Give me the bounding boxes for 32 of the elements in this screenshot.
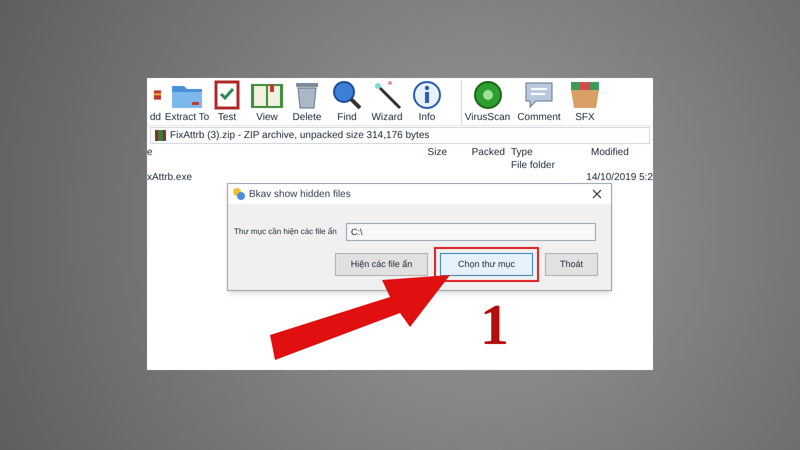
column-header: e xyxy=(147,146,154,160)
archive-icon xyxy=(155,130,166,141)
column-header: Size xyxy=(426,146,447,160)
dialog-button[interactable]: Hiện các file ẩn xyxy=(335,253,428,276)
toolbar-button[interactable]: Find xyxy=(327,80,367,125)
close-icon[interactable] xyxy=(592,189,602,199)
toolbar-button[interactable]: Delete xyxy=(287,80,327,125)
column-header: Type xyxy=(510,146,534,160)
column-header: Modified xyxy=(591,146,629,160)
dialog-title: Bkav show hidden files xyxy=(249,188,352,202)
folder-input[interactable]: C:\ xyxy=(346,223,596,241)
step-number: 1 xyxy=(480,296,509,354)
toolbar-button[interactable]: Info xyxy=(407,80,447,125)
column-header: Packed xyxy=(470,146,505,160)
toolbar-button[interactable]: View xyxy=(247,80,287,125)
file-name: xAttrb.exe xyxy=(147,172,192,183)
dialog-button[interactable]: Thoát xyxy=(545,253,598,276)
toolbar-button[interactable]: Comment xyxy=(513,80,565,125)
file-modified: 14/10/2019 5:2 xyxy=(586,172,653,184)
app-icon xyxy=(233,188,245,200)
address-bar[interactable]: FixAttrb (3).zip - ZIP archive, unpacked size 314,176 bytes xyxy=(150,127,650,144)
toolbar-button[interactable]: SFX xyxy=(565,80,605,125)
toolbar-button[interactable]: Extract To xyxy=(167,80,207,125)
file-type: File folder xyxy=(511,160,555,171)
archive-path: FixAttrb (3).zip - ZIP archive, unpacked size 314,176 bytes xyxy=(170,129,430,143)
toolbar-button[interactable]: Wizard xyxy=(367,80,407,125)
folder-label: Thư mục cần hiện các file ẩn xyxy=(234,226,336,238)
info-icon xyxy=(410,80,444,110)
magnifier-icon xyxy=(330,80,364,110)
toolbar-button[interactable]: dd xyxy=(147,80,161,125)
toolbar-button[interactable]: VirusScan xyxy=(461,80,513,125)
package-icon xyxy=(568,80,602,110)
